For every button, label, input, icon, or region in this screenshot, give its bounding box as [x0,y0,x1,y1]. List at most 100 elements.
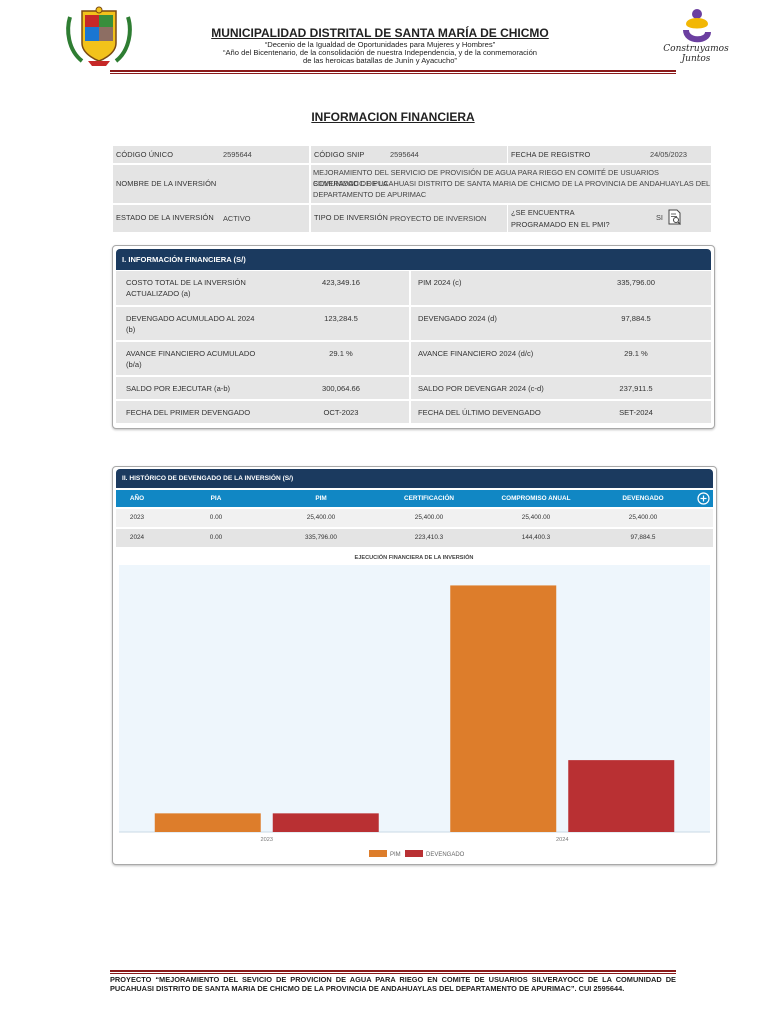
header-slogan-3: de las heroicas batallas de Junín y Ayac… [303,56,457,65]
col-header-anio: AÑO [129,495,145,502]
fecha-registro-cell: FECHA DE REGISTRO 24/05/2023 [508,146,711,163]
tipo-cell: TIPO DE INVERSIÓN PROYECTO DE INVERSION [311,205,507,232]
pmi-label-1: ¿SE ENCUENTRA [511,208,575,217]
pmi-cell: ¿SE ENCUENTRA PROGRAMADO EN EL PMI? SI [508,205,711,232]
fin-left-cell: COSTO TOTAL DE LA INVERSIÓN ACTUALIZADO (… [116,271,409,305]
estado-label: ESTADO DE LA INVERSIÓN [116,213,214,222]
fin-left-value: OCT-2023 [323,408,359,417]
fin-right-value: 237,911.5 [619,384,653,393]
financial-info-panel: I. INFORMACIÓN FINANCIERA (S/) COSTO TOT… [112,245,715,429]
fin-left-value: 423,349.16 [321,278,360,287]
table-row: 2024 0.00 335,796.00 223,410.3 144,400.3… [116,529,713,547]
estado-cell: ESTADO DE LA INVERSIÓN ACTIVO [113,205,309,232]
cell-pim: 25,400.00 [306,514,336,521]
footer-divider-thin [110,973,676,974]
header-divider-thin [110,73,676,74]
fin-left-cell: SALDO POR EJECUTAR (a-b) 300,064.66 [116,377,409,399]
nombre-inversion-label: NOMBRE DE LA INVERSIÓN [116,179,217,188]
fin-right-cell: DEVENGADO 2024 (d) 97,884.5 [411,307,711,340]
estado-value: ACTIVO [223,214,251,223]
x-tick-label: 2023 [261,837,273,843]
col-header-devengado: DEVENGADO [622,495,664,502]
historical-panel: II. HISTÓRICO DE DEVENGADO DE LA INVERSI… [112,466,717,865]
historical-table-header: AÑO PIA PIM CERTIFICACIÓN COMPROMISO ANU… [116,490,713,507]
fin-right-cell: AVANCE FINANCIERO 2024 (d/c) 29.1 % [411,342,711,375]
fin-left-label-2: ACTUALIZADO (a) [126,289,191,298]
footer-divider [110,970,676,972]
fin-right-value: 29.1 % [624,349,648,358]
nombre-inversion-line-3: DEPARTAMENTO DE APURIMAC [313,190,427,199]
cell-compromiso: 25,400.00 [521,514,551,521]
cell-certificacion: 223,410.3 [414,534,444,541]
document-search-icon[interactable] [668,209,682,228]
bar-pim-2023[interactable] [154,813,261,832]
fin-left-label-1: COSTO TOTAL DE LA INVERSIÓN [126,278,246,287]
col-header-pim: PIM [315,495,327,502]
municipality-title: MUNICIPALIDAD DISTRITAL DE SANTA MARÍA D… [211,26,549,40]
cell-devengado: 25,400.00 [628,514,658,521]
fin-right-label: AVANCE FINANCIERO 2024 (d/c) [418,349,534,358]
x-tick-label: 2024 [556,837,568,843]
fin-left-label-2: (b/a) [126,360,142,369]
financial-info-title: I. INFORMACIÓN FINANCIERA (S/) [116,249,711,270]
fin-right-value: 335,796.00 [616,278,655,287]
fin-left-label-2: (b) [126,325,136,334]
document-title: INFORMACION FINANCIERA [311,110,475,124]
fin-right-cell: PIM 2024 (c) 335,796.00 [411,271,711,305]
codigo-unico-label: CÓDIGO ÚNICO [116,150,174,159]
codigo-snip-cell: CÓDIGO SNIP 2595644 [311,146,507,163]
pmi-label-2: PROGRAMADO EN EL PMI? [511,220,610,229]
tipo-label: TIPO DE INVERSIÓN [314,213,388,222]
legend-label: DEVENGADO [426,852,465,858]
codigo-unico-value: 2595644 [223,150,252,159]
expand-plus-icon[interactable] [697,492,710,510]
col-header-certificacion: CERTIFICACIÓN [403,495,455,502]
fin-left-label-1: SALDO POR EJECUTAR (a-b) [126,384,231,393]
nombre-label-cell: NOMBRE DE LA INVERSIÓN [113,165,309,203]
fin-right-label: PIM 2024 (c) [418,278,462,287]
construyamos-juntos-logo: Construyamos Juntos [656,8,736,64]
cell-certificacion: 25,400.00 [414,514,444,521]
fin-left-label-1: FECHA DEL PRIMER DEVENGADO [126,408,251,417]
fin-right-label: DEVENGADO 2024 (d) [418,314,497,323]
legend-swatch-pim [369,850,387,857]
nombre-inversion-line-2: COMUNIDAD DE PUCAHUASI DISTRITO DE SANTA… [313,179,711,188]
municipality-seal-logo [64,5,134,67]
cell-pia: 0.00 [209,514,223,521]
codigo-snip-label: CÓDIGO SNIP [314,150,365,159]
cell-pia: 0.00 [209,534,223,541]
pmi-value: SI [656,213,663,222]
legend-label: PIM [390,852,401,858]
fin-right-label: SALDO POR DEVENGAR 2024 (c-d) [418,384,544,393]
codigo-unico-cell: CÓDIGO ÚNICO 2595644 [113,146,309,163]
chart-title: EJECUCIÓN FINANCIERA DE LA INVERSIÓN [355,553,474,561]
fin-right-cell: SALDO POR DEVENGAR 2024 (c-d) 237,911.5 [411,377,711,399]
fin-right-label: FECHA DEL ÚLTIMO DEVENGADO [418,408,541,417]
table-row: 2023 0.00 25,400.00 25,400.00 25,400.00 … [116,509,713,527]
header-divider [110,70,676,72]
cell-pim: 335,796.00 [305,534,337,541]
fin-left-cell: FECHA DEL PRIMER DEVENGADO OCT-2023 [116,401,409,423]
bar-devengado-2024[interactable] [568,760,675,832]
nombre-value-cell: MEJORAMIENTO DEL SERVICIO DE PROVISIÓN D… [311,165,711,203]
logo-caption: Construyamos Juntos [663,44,729,64]
codigo-snip-value: 2595644 [390,150,419,159]
fin-left-value: 123,284.5 [324,314,358,323]
fin-right-value: SET-2024 [619,408,653,417]
tipo-value: PROYECTO DE INVERSION [390,214,487,223]
fin-left-label-1: AVANCE FINANCIERO ACUMULADO [126,349,256,358]
fin-left-value: 29.1 % [329,349,353,358]
fin-left-value: 300,064.66 [321,384,360,393]
fin-left-label-1: DEVENGADO ACUMULADO AL 2024 [126,314,255,323]
col-header-pia: PIA [210,495,222,502]
cell-anio: 2023 [129,514,145,521]
bar-devengado-2023[interactable] [272,813,379,832]
fecha-registro-label: FECHA DE REGISTRO [511,150,591,159]
cell-anio: 2024 [129,534,145,541]
bar-pim-2024[interactable] [450,585,557,832]
fin-right-cell: FECHA DEL ÚLTIMO DEVENGADO SET-2024 [411,401,711,423]
historical-title: II. HISTÓRICO DE DEVENGADO DE LA INVERSI… [116,469,713,488]
cell-devengado: 97,884.5 [630,534,656,541]
legend-swatch-devengado [405,850,423,857]
cell-compromiso: 144,400.3 [521,534,551,541]
